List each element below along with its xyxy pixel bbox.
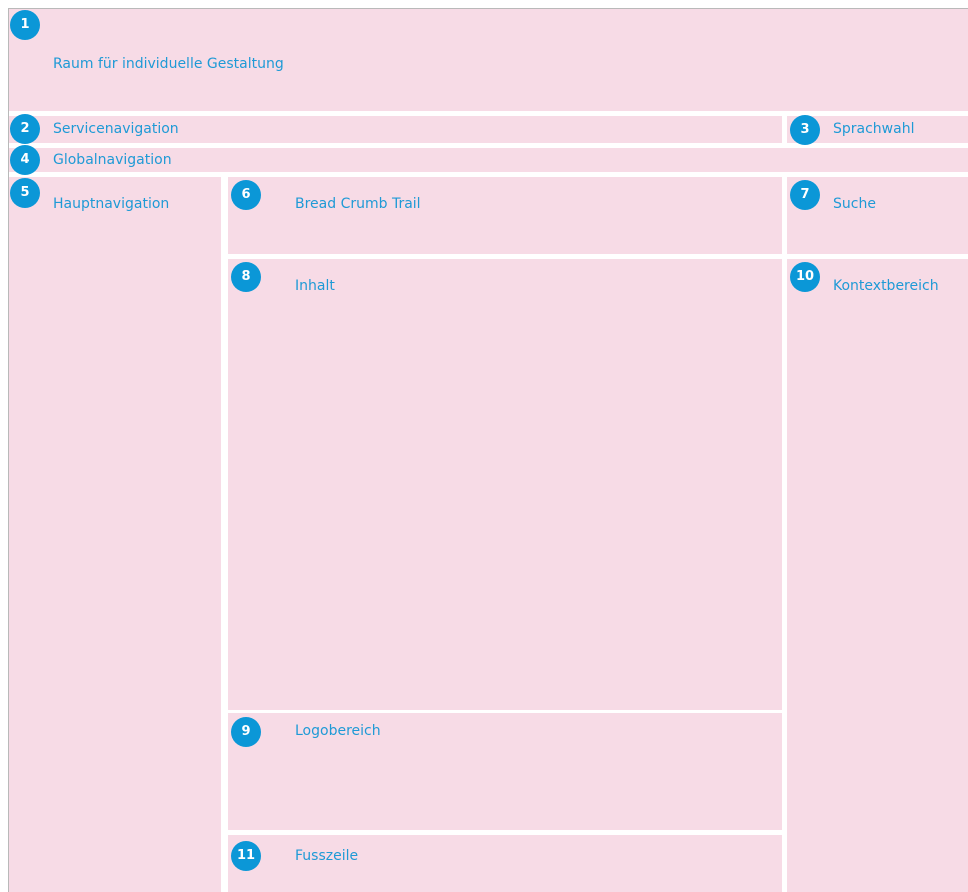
individual-area-number-badge: 1 bbox=[10, 10, 40, 40]
breadcrumb-area bbox=[228, 177, 782, 254]
main-navigation-label: Hauptnavigation bbox=[53, 196, 170, 212]
context-area bbox=[787, 259, 968, 892]
service-navigation-number-badge: 2 bbox=[10, 114, 40, 144]
main-navigation-number-badge: 5 bbox=[10, 178, 40, 208]
main-navigation-area bbox=[9, 177, 221, 892]
logo-label: Logobereich bbox=[295, 723, 381, 739]
context-number-badge: 10 bbox=[790, 262, 820, 292]
content-number-badge: 8 bbox=[231, 262, 261, 292]
context-label: Kontextbereich bbox=[833, 278, 939, 294]
footer-number-badge: 11 bbox=[231, 841, 261, 871]
breadcrumb-number-badge: 6 bbox=[231, 180, 261, 210]
search-label: Suche bbox=[833, 196, 876, 212]
service-navigation-label: Servicenavigation bbox=[53, 121, 179, 137]
content-label: Inhalt bbox=[295, 278, 335, 294]
content-area bbox=[228, 259, 782, 710]
footer-label: Fusszeile bbox=[295, 848, 359, 864]
breadcrumb-label: Bread Crumb Trail bbox=[295, 196, 421, 212]
logo-number-badge: 9 bbox=[231, 717, 261, 747]
search-number-badge: 7 bbox=[790, 180, 820, 210]
language-selection-label: Sprachwahl bbox=[833, 121, 915, 137]
language-selection-number-badge: 3 bbox=[790, 115, 820, 145]
global-navigation-label: Globalnavigation bbox=[53, 152, 172, 168]
global-navigation-number-badge: 4 bbox=[10, 145, 40, 175]
individual-area-label: Raum für individuelle Gestaltung bbox=[53, 56, 284, 72]
